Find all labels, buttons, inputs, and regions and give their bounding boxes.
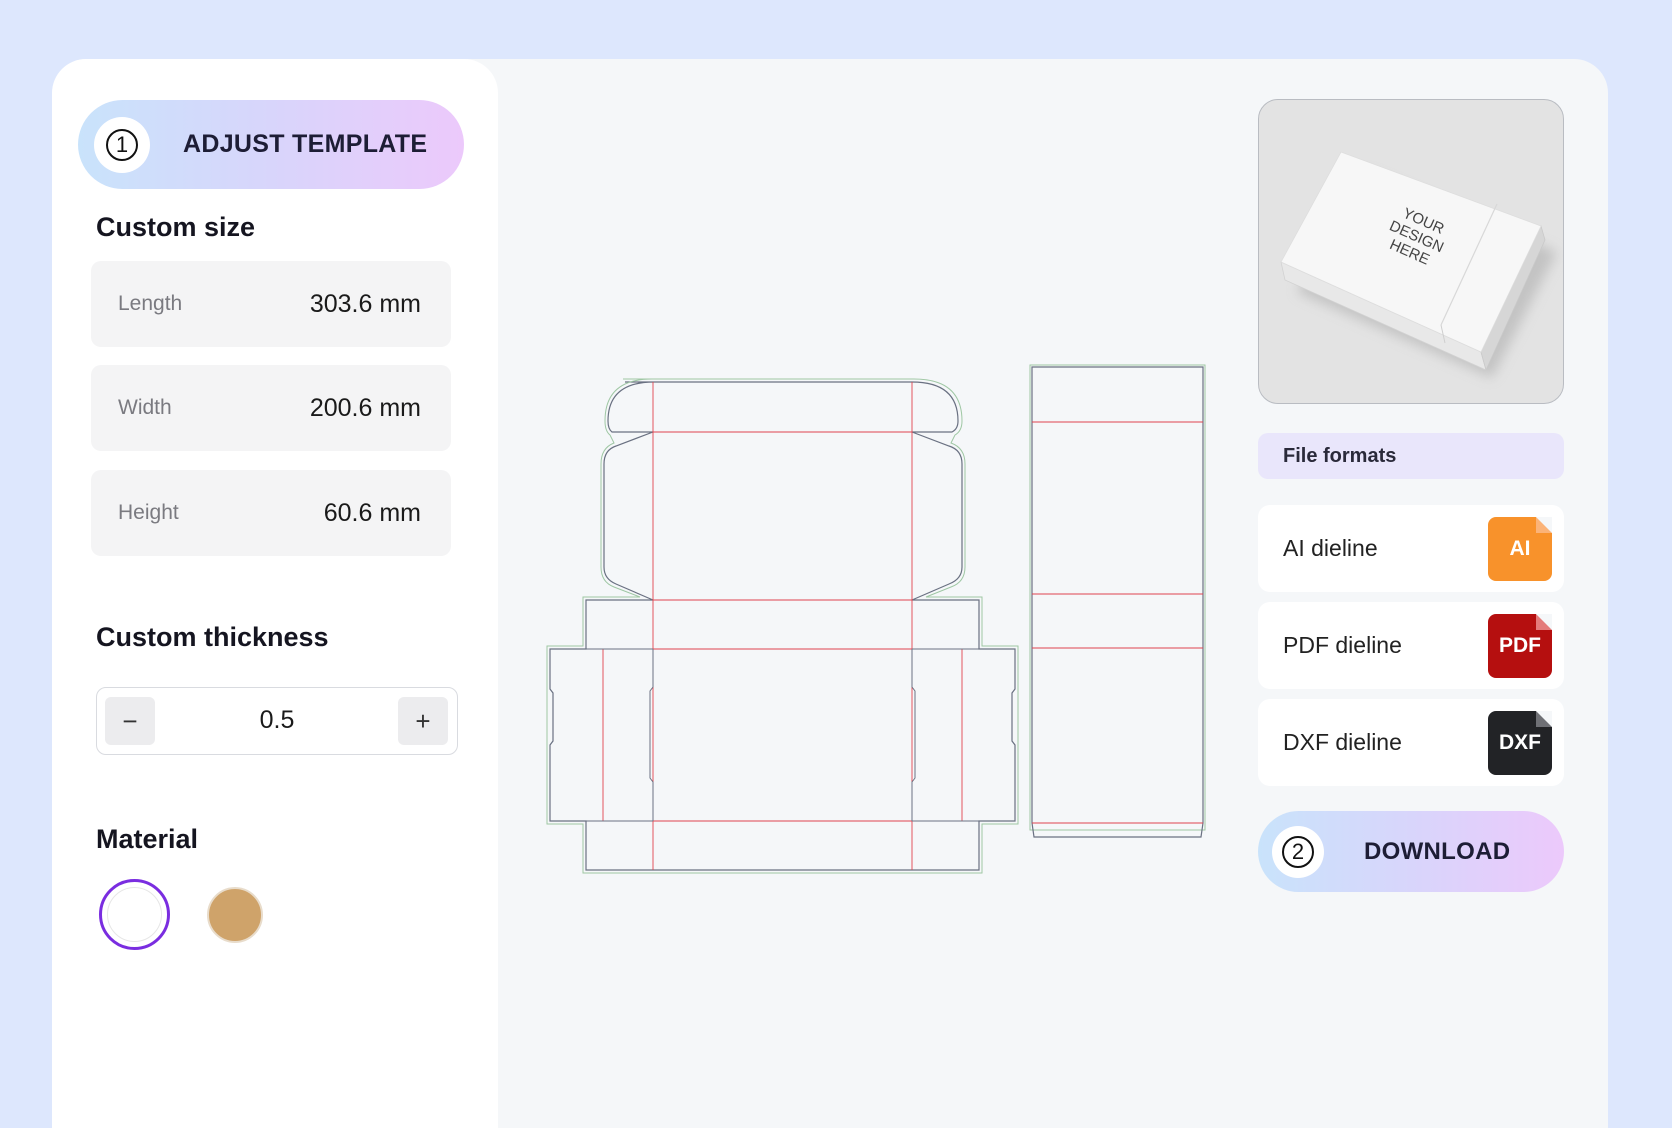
app-window: 1 ADJUST TEMPLATE Custom size Length 303… [52, 59, 1608, 1128]
main-dieline [546, 378, 1019, 874]
dxf-dieline-label: DXF dieline [1283, 729, 1402, 755]
file-formats-header: File formats [1258, 433, 1564, 479]
main-cut-outline [549, 381, 1016, 871]
box-3d-preview: YOUR DESIGN HERE [1258, 99, 1564, 404]
ai-dieline-option[interactable]: AI dieline AI [1258, 505, 1564, 592]
main-bleed-outline [546, 378, 1019, 874]
box-mockup-image: YOUR DESIGN HERE [1280, 151, 1557, 378]
dxf-file-icon: DXF [1488, 710, 1552, 775]
pdf-dieline-label: PDF dieline [1283, 632, 1402, 658]
main-fold-lines [602, 382, 963, 870]
ai-file-icon: AI [1488, 516, 1552, 581]
download-button[interactable]: 2 DOWNLOAD [1258, 811, 1564, 892]
sleeve-dieline [1029, 364, 1206, 838]
download-label: DOWNLOAD [1364, 837, 1511, 865]
pdf-dieline-option[interactable]: PDF dieline PDF [1258, 602, 1564, 689]
ai-dieline-label: AI dieline [1283, 535, 1378, 561]
sleeve-bleed [1029, 364, 1206, 831]
step-number-badge: 2 [1272, 825, 1324, 878]
sleeve-fold-lines [1032, 421, 1203, 824]
sleeve-cut-outline [1031, 366, 1204, 838]
dxf-dieline-option[interactable]: DXF dieline DXF [1258, 699, 1564, 786]
pdf-file-icon: PDF [1488, 613, 1552, 678]
main-inner-cuts [586, 648, 979, 822]
